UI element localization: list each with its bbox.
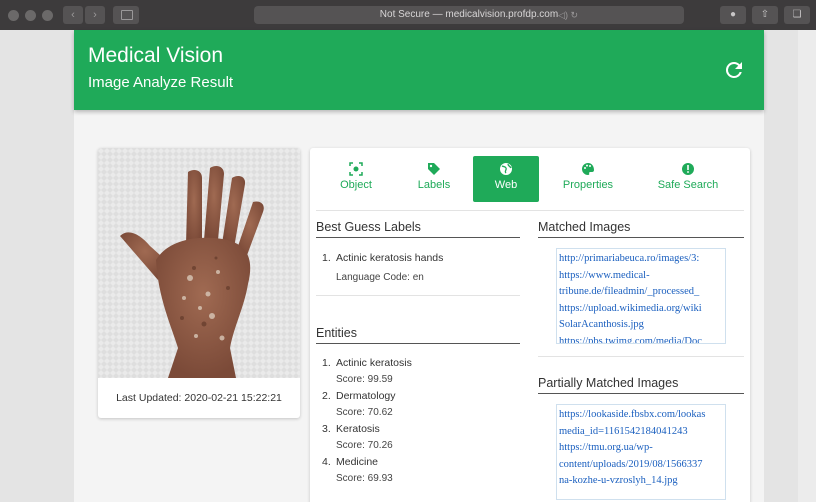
matched-image-link[interactable]: SolarAcanthosis.jpg — [559, 317, 723, 334]
entity-label: Keratosis — [336, 423, 380, 435]
list-number: 2. — [322, 390, 331, 402]
share-button[interactable]: ⇧ — [752, 6, 778, 24]
tag-icon — [428, 163, 440, 175]
right-column: Matched Images http://primariabeuca.ro/i… — [538, 216, 744, 502]
app-header: Medical Vision Image Analyze Result — [74, 30, 764, 110]
entity-label: Dermatology — [336, 390, 396, 402]
tab-properties[interactable]: Properties — [550, 156, 626, 202]
left-column: Best Guess Labels 1. Actinic keratosis h… — [316, 216, 520, 502]
partial-image-link[interactable]: content/uploads/2019/08/1566337 — [559, 457, 723, 474]
entity-score: Score: 69.93 — [336, 473, 393, 484]
tab-safe-search-label: Safe Search — [657, 179, 719, 191]
tab-labels[interactable]: Labels — [404, 156, 464, 202]
list-item: 4. Medicine — [322, 455, 520, 469]
partial-image-link[interactable]: https://lookaside.fbsbx.com/lookas — [559, 407, 723, 424]
result-tabs: Object Labels Web Properties Safe Search — [310, 156, 750, 202]
refresh-icon[interactable] — [722, 58, 746, 82]
partially-matched-list[interactable]: https://lookaside.fbsbx.com/lookas media… — [556, 404, 726, 500]
app-subtitle: Image Analyze Result — [88, 74, 234, 91]
entities-list: 1. Actinic keratosis Score: 99.59 2. Der… — [316, 344, 520, 488]
partial-image-link[interactable]: https://tmu.org.ua/wp- — [559, 440, 723, 457]
object-detect-icon — [349, 162, 363, 176]
entity-score: Score: 99.59 — [336, 374, 393, 385]
entities-section: Entities 1. Actinic keratosis Score: 99.… — [316, 322, 520, 488]
browser-right-buttons: ● ⇧ ❏ — [720, 6, 810, 24]
window-controls — [8, 9, 53, 21]
matched-image-link[interactable]: tribune.de/fileadmin/_processed_ — [559, 284, 723, 301]
best-guess-list: 1. Actinic keratosis hands Language Code… — [316, 238, 520, 283]
history-nav: ‹ › — [63, 6, 105, 24]
download-button[interactable]: ● — [720, 6, 746, 24]
section-divider — [538, 356, 744, 357]
tab-object[interactable]: Object — [326, 156, 386, 202]
partially-matched-section: Partially Matched Images https://lookasi… — [538, 372, 744, 500]
matched-images-list[interactable]: http://primariabeuca.ro/images/3: https:… — [556, 248, 726, 344]
zoom-window-button[interactable] — [42, 9, 53, 21]
results-card: Object Labels Web Properties Safe Search… — [310, 148, 750, 502]
address-bar[interactable]: Not Secure — medicalvision.profdp.com ◁)… — [254, 6, 684, 24]
close-window-button[interactable] — [8, 9, 19, 21]
list-item: 1. Actinic keratosis — [322, 356, 520, 370]
partial-image-link[interactable]: media_id=1161542184041243 — [559, 424, 723, 441]
list-number: 3. — [322, 423, 331, 435]
list-number: 1. — [322, 252, 331, 264]
tab-web[interactable]: Web — [473, 156, 539, 202]
entity-label: Medicine — [336, 456, 379, 468]
list-item: 1. Actinic keratosis hands — [322, 252, 520, 264]
best-guess-label: Actinic keratosis hands — [336, 252, 444, 264]
tab-object-label: Object — [340, 179, 372, 191]
tabs-overview-button[interactable]: ❏ — [784, 6, 810, 24]
palette-icon — [582, 163, 594, 175]
matched-image-link[interactable]: https://upload.wikimedia.org/wiki — [559, 301, 723, 318]
scroll-gutter — [798, 30, 816, 502]
matched-image-link[interactable]: https://www.medical- — [559, 268, 723, 285]
last-updated-text: Last Updated: 2020-02-21 15:22:21 — [116, 392, 282, 404]
tabs-divider — [316, 210, 744, 211]
tab-labels-label: Labels — [417, 179, 451, 191]
alert-icon — [682, 163, 694, 175]
list-number: 1. — [322, 357, 331, 369]
image-card: Last Updated: 2020-02-21 15:22:21 — [98, 148, 300, 418]
sidebar-toggle-button[interactable] — [113, 6, 139, 24]
list-number: 4. — [322, 456, 331, 468]
app-title: Medical Vision — [88, 44, 224, 67]
page-viewport: Medical Vision Image Analyze Result Last… — [0, 30, 816, 502]
partial-image-link[interactable]: na-kozhe-u-vzroslyh_14.jpg — [559, 473, 723, 490]
matched-image-link[interactable]: https://pbs.twimg.com/media/Doc — [559, 334, 723, 344]
tab-safe-search[interactable]: Safe Search — [646, 156, 730, 202]
language-code: Language Code: en — [336, 272, 424, 283]
entity-score: Score: 70.26 — [336, 440, 393, 451]
forward-button[interactable]: › — [85, 6, 105, 24]
speaker-icon[interactable]: ◁) ↻ — [558, 6, 578, 24]
matched-images-title: Matched Images — [538, 216, 744, 238]
globe-icon — [500, 163, 512, 175]
best-guess-title: Best Guess Labels — [316, 216, 520, 238]
minimize-window-button[interactable] — [25, 9, 36, 21]
tab-web-label: Web — [494, 179, 518, 191]
entity-score: Score: 70.62 — [336, 407, 393, 418]
list-item: 3. Keratosis — [322, 422, 520, 436]
matched-image-link[interactable]: http://primariabeuca.ro/images/3: — [559, 251, 723, 268]
entities-title: Entities — [316, 322, 520, 344]
section-divider — [316, 295, 520, 296]
partially-matched-title: Partially Matched Images — [538, 372, 744, 394]
app-page: Medical Vision Image Analyze Result Last… — [74, 30, 764, 502]
browser-toolbar: ‹ › Not Secure — medicalvision.profdp.co… — [0, 0, 816, 30]
entity-label: Actinic keratosis — [336, 357, 412, 369]
analyzed-photo — [98, 148, 300, 378]
list-item: 2. Dermatology — [322, 389, 520, 403]
back-button[interactable]: ‹ — [63, 6, 83, 24]
tab-properties-label: Properties — [562, 179, 614, 191]
address-text: Not Secure — medicalvision.profdp.com — [379, 9, 559, 20]
